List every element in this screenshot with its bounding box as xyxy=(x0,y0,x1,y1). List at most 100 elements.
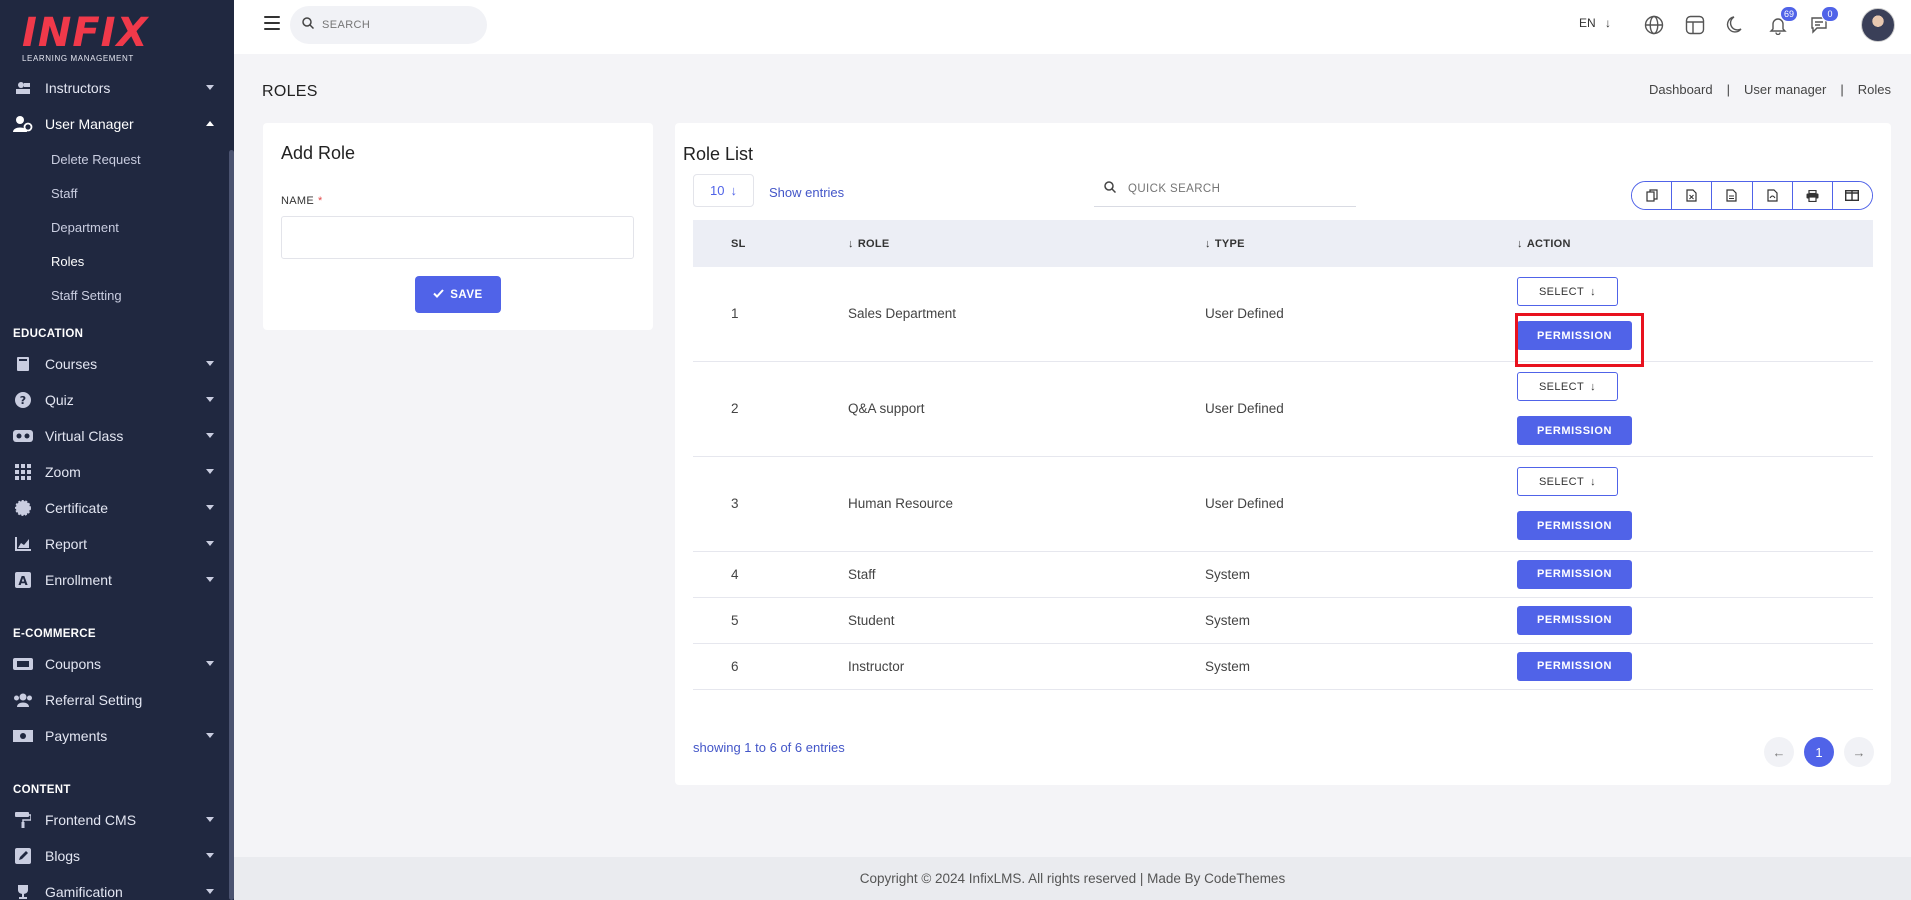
moon-icon[interactable] xyxy=(1724,13,1748,37)
select-dropdown-button[interactable]: SELECT ↓ xyxy=(1517,277,1618,307)
print-icon[interactable] xyxy=(1792,182,1833,209)
grid-icon xyxy=(13,462,33,482)
cell-sl: 3 xyxy=(693,456,848,552)
column-header-label: ROLE xyxy=(857,237,890,250)
quick-search[interactable] xyxy=(1094,171,1356,207)
next-page-icon[interactable]: → xyxy=(1844,737,1874,767)
notification-badge: 69 xyxy=(1779,6,1798,22)
breadcrumb-user-manager[interactable]: User manager xyxy=(1744,82,1826,97)
cell-role: Instructor xyxy=(848,643,1205,690)
globe-icon[interactable] xyxy=(1642,13,1666,37)
avatar[interactable] xyxy=(1861,8,1895,42)
sidebar-item-blogs[interactable]: Blogs xyxy=(0,838,234,874)
sidebar-item-user-manager[interactable]: User Manager xyxy=(0,106,234,142)
sidebar-item-report[interactable]: Report xyxy=(0,526,234,562)
sidebar-item-zoom[interactable]: Zoom xyxy=(0,454,234,490)
csv-file-icon[interactable] xyxy=(1712,182,1753,209)
columns-icon[interactable] xyxy=(1832,182,1872,209)
sidebar-item-quiz[interactable]: ? Quiz xyxy=(0,382,234,418)
sidebar-item-courses[interactable]: Courses xyxy=(0,346,234,382)
permission-button[interactable]: PERMISSION xyxy=(1517,605,1632,635)
copy-icon[interactable] xyxy=(1632,182,1673,209)
chat-icon[interactable]: 0 xyxy=(1807,6,1839,37)
role-name-input[interactable] xyxy=(281,216,634,259)
sidebar-item-label: Quiz xyxy=(45,392,74,408)
column-header-type[interactable]: ↓ TYPE xyxy=(1205,220,1517,267)
table-header-row: SL ↓ ROLE ↓ TYPE ↓ ACTION xyxy=(693,220,1873,267)
sidebar-sub-staff-setting[interactable]: Staff Setting xyxy=(0,278,234,312)
show-entries-label: Show entries xyxy=(769,185,845,200)
chevron-down-icon xyxy=(206,541,214,546)
chevron-down-icon xyxy=(206,853,214,858)
chevron-down-icon xyxy=(206,469,214,474)
page-number[interactable]: 1 xyxy=(1804,737,1834,767)
sidebar-item-referral-setting[interactable]: Referral Setting xyxy=(0,682,234,718)
cell-role: Student xyxy=(848,597,1205,644)
excel-file-icon[interactable] xyxy=(1672,182,1713,209)
sidebar-item-coupons[interactable]: Coupons xyxy=(0,646,234,682)
sort-arrow-icon: ↓ xyxy=(848,237,854,250)
sidebar-item-virtual-class[interactable]: Virtual Class xyxy=(0,418,234,454)
permission-button[interactable]: PERMISSION xyxy=(1517,651,1632,681)
sidebar-item-label: Instructors xyxy=(45,80,111,96)
sidebar-item-label: Virtual Class xyxy=(45,428,124,444)
column-header-label: ACTION xyxy=(1526,237,1571,250)
sidebar-sub-department[interactable]: Department xyxy=(0,210,234,244)
chevron-down-icon xyxy=(206,817,214,822)
cell-sl: 5 xyxy=(693,597,848,644)
save-button[interactable]: SAVE xyxy=(415,276,501,313)
top-search[interactable] xyxy=(290,6,487,44)
sidebar-item-certificate[interactable]: Certificate xyxy=(0,490,234,526)
sidebar: INFIX LEARNING MANAGEMENT Instructors Us… xyxy=(0,0,234,900)
pdf-file-icon[interactable] xyxy=(1752,182,1793,209)
search-input[interactable] xyxy=(322,19,472,31)
sidebar-sub-delete-request[interactable]: Delete Request xyxy=(0,142,234,176)
sidebar-item-instructors[interactable]: Instructors xyxy=(0,70,234,106)
bell-icon[interactable]: 69 xyxy=(1766,6,1798,37)
chevron-up-icon xyxy=(206,121,214,126)
sidebar-item-payments[interactable]: Payments xyxy=(0,718,234,754)
arrow-down-icon: ↓ xyxy=(730,183,737,198)
sidebar-item-enrollment[interactable]: A Enrollment xyxy=(0,562,234,598)
chart-icon xyxy=(13,534,33,554)
column-header-role[interactable]: ↓ ROLE xyxy=(848,220,1205,267)
cell-role: Q&A support xyxy=(848,361,1205,457)
sidebar-item-gamification[interactable]: Gamification xyxy=(0,874,234,900)
column-header-sl[interactable]: SL xyxy=(693,220,848,267)
cell-sl: 2 xyxy=(693,361,848,457)
svg-text:?: ? xyxy=(20,394,26,407)
copyright-text: Copyright © 2024 InfixLMS. All rights re… xyxy=(859,871,1286,886)
layout-icon[interactable] xyxy=(1683,13,1707,37)
sidebar-item-frontend-cms[interactable]: Frontend CMS xyxy=(0,802,234,838)
language-selector[interactable]: EN ↓ xyxy=(1579,16,1611,30)
prev-page-icon[interactable]: ← xyxy=(1764,737,1794,767)
sidebar-sub-roles[interactable]: Roles xyxy=(0,244,234,278)
table-row: 3 Human Resource User Defined SELECT ↓ PE… xyxy=(693,456,1873,552)
select-dropdown-button[interactable]: SELECT ↓ xyxy=(1517,467,1618,496)
permission-button[interactable]: PERMISSION xyxy=(1517,416,1632,445)
sidebar-sub-staff[interactable]: Staff xyxy=(0,176,234,210)
cell-type: User Defined xyxy=(1205,456,1517,552)
svg-text:A: A xyxy=(18,574,28,588)
breadcrumb-dashboard[interactable]: Dashboard xyxy=(1649,82,1713,97)
column-header-action[interactable]: ↓ ACTION xyxy=(1517,220,1873,267)
permission-button[interactable]: PERMISSION xyxy=(1517,511,1632,540)
permission-button[interactable]: PERMISSION xyxy=(1517,559,1632,589)
table-row: 2 Q&A support User Defined SELECT ↓ PERMI… xyxy=(693,361,1873,457)
logo[interactable]: INFIX LEARNING MANAGEMENT xyxy=(0,0,234,70)
sidebar-item-label: Certificate xyxy=(45,500,109,516)
sidebar-item-label: Payments xyxy=(45,728,108,744)
entries-select[interactable]: 10 ↓ xyxy=(693,174,754,207)
highlight-box xyxy=(1515,313,1644,367)
select-dropdown-button[interactable]: SELECT ↓ xyxy=(1517,372,1618,401)
cell-action: SELECT ↓ PERMISSION xyxy=(1517,361,1873,457)
cell-type: System xyxy=(1205,597,1517,644)
coupon-icon xyxy=(13,654,33,674)
select-label: SELECT xyxy=(1538,380,1585,393)
breadcrumb-separator: | xyxy=(1726,82,1730,97)
cell-type: User Defined xyxy=(1205,267,1517,362)
chevron-down-icon xyxy=(206,577,214,582)
quick-search-input[interactable] xyxy=(1128,182,1328,195)
chevron-down-icon xyxy=(206,505,214,510)
menu-toggle-icon[interactable] xyxy=(264,16,280,30)
